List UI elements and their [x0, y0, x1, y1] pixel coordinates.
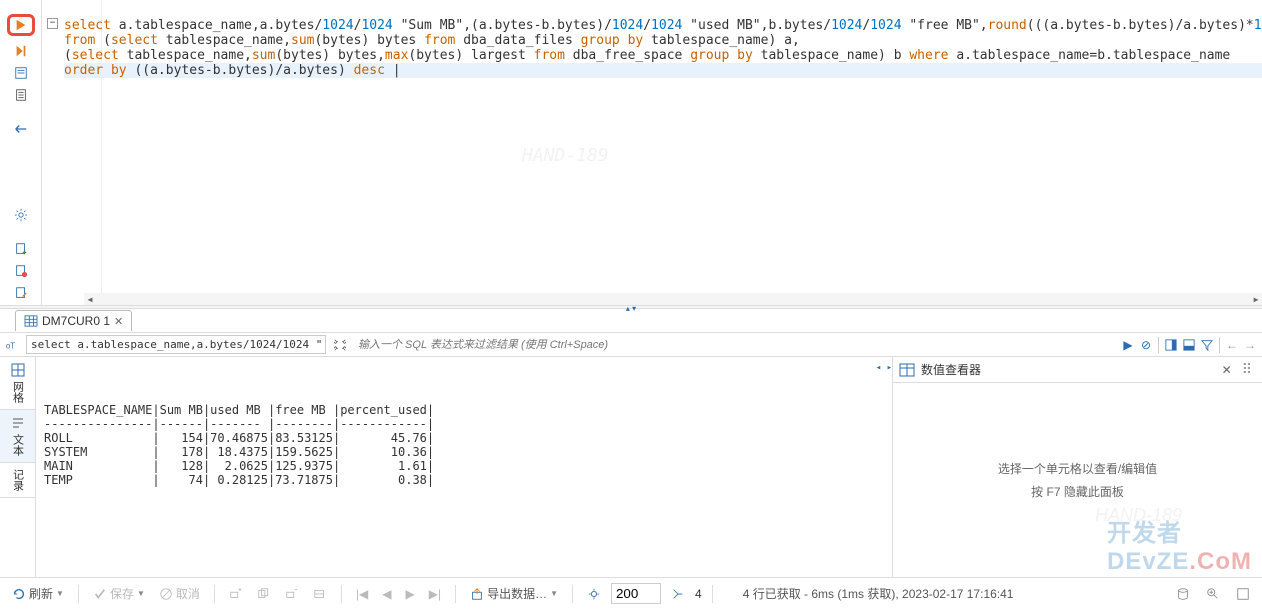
- editor-toolbar: [0, 0, 42, 305]
- panel-toggle-icon[interactable]: [1163, 337, 1179, 353]
- page-size-input[interactable]: [611, 583, 661, 604]
- doc-icon[interactable]: [11, 86, 31, 104]
- refresh-icon: [12, 587, 26, 601]
- nav-first-icon[interactable]: |◀: [352, 585, 372, 603]
- script-icon[interactable]: [11, 64, 31, 82]
- sql-text-icon[interactable]: oT: [4, 337, 20, 353]
- export-button[interactable]: 导出数据… ▼: [466, 583, 562, 604]
- tab-grid[interactable]: 网格: [0, 357, 35, 410]
- funnel-icon[interactable]: [1199, 337, 1215, 353]
- refresh-label: 刷新: [29, 585, 53, 602]
- nav-last-icon[interactable]: ▶|: [425, 585, 445, 603]
- dropdown-icon[interactable]: ▼: [550, 589, 558, 598]
- status-text: 4 行已获取 - 6ms (1ms 获取), 2023-02-17 17:16:…: [743, 585, 1014, 602]
- save-file-icon[interactable]: [11, 262, 31, 280]
- results-area: 网格 文本 记录 ◂ ▸ TABLESPACE_NAME|Sum MB|used…: [0, 357, 1262, 577]
- results-left-tabs: 网格 文本 记录: [0, 357, 36, 577]
- tab-text[interactable]: 文本: [0, 410, 35, 463]
- results-text[interactable]: ◂ ▸ TABLESPACE_NAME|Sum MB|used MB |free…: [36, 357, 892, 577]
- close-icon[interactable]: ✕: [1222, 363, 1232, 377]
- cancel-icon: [159, 587, 173, 601]
- apply-filter-icon[interactable]: ▶: [1120, 337, 1136, 353]
- run-button-highlight: [7, 14, 35, 36]
- code-content[interactable]: select a.tablespace_name,a.bytes/1024/10…: [64, 18, 1262, 78]
- db-icon[interactable]: [1172, 585, 1194, 603]
- run-step-icon[interactable]: [11, 42, 31, 60]
- config-icon[interactable]: [583, 585, 605, 603]
- tab-text-label: 文本: [10, 434, 26, 456]
- svg-text:oT: oT: [6, 341, 15, 350]
- nav-back-icon[interactable]: ←: [1224, 337, 1240, 353]
- row-count: 4: [695, 587, 702, 601]
- splitter-handle-icon[interactable]: ▴ ▾: [626, 304, 636, 313]
- settings-icon[interactable]: [11, 206, 31, 224]
- result-tab-label: DM7CUR0 1: [42, 314, 110, 328]
- nav-fwd-icon[interactable]: →: [1242, 337, 1258, 353]
- edit-grid-icon[interactable]: [309, 585, 331, 603]
- dropdown-icon[interactable]: ▼: [137, 589, 145, 598]
- edit-del-icon[interactable]: [281, 585, 303, 603]
- fold-button[interactable]: −: [47, 18, 58, 29]
- tab-record[interactable]: 记录: [0, 463, 35, 498]
- link-file-icon[interactable]: [11, 284, 31, 302]
- tab-record-label: 记录: [10, 469, 26, 491]
- status-bar: 刷新 ▼ 保存 ▼ 取消 |◀ ◀ ▶ ▶| 导出数据… ▼ 4 4 行已获取 …: [0, 577, 1262, 609]
- check-icon: [93, 587, 107, 601]
- save-button[interactable]: 保存 ▼: [89, 583, 149, 604]
- filter-input[interactable]: [354, 337, 1114, 353]
- horizontal-splitter[interactable]: ▴ ▾: [0, 305, 1262, 309]
- hscroll-right-icon[interactable]: ▶: [1250, 293, 1262, 305]
- grid-icon: [24, 315, 38, 327]
- export-label: 导出数据…: [487, 585, 547, 602]
- save-label: 保存: [110, 585, 134, 602]
- zoom-in-icon[interactable]: [1202, 585, 1224, 603]
- nav-prev-icon[interactable]: ◀: [378, 585, 395, 603]
- tab-grid-label: 网格: [10, 381, 26, 403]
- filter-bar: oT ▶ ⊘ ← →: [0, 333, 1262, 357]
- value-panel-msg1: 选择一个单元格以查看/编辑值: [998, 460, 1157, 477]
- grid-icon: [11, 363, 25, 377]
- panel-menu-icon[interactable]: ⠿: [1238, 361, 1256, 378]
- watermark-hand: HAND-189: [522, 145, 609, 166]
- value-panel-header: 数值查看器 ✕ ⠿: [893, 357, 1262, 383]
- edit-add-icon[interactable]: [225, 585, 247, 603]
- maximize-icon[interactable]: [1232, 585, 1254, 603]
- sql-editor[interactable]: − select a.tablespace_name,a.bytes/1024/…: [42, 0, 1262, 305]
- value-grid-icon: [899, 363, 915, 377]
- value-panel-title: 数值查看器: [921, 361, 1216, 378]
- result-tab[interactable]: DM7CUR0 1 ✕: [15, 310, 132, 331]
- sql-preview-input[interactable]: [26, 335, 326, 354]
- vscroll-handle-icon[interactable]: ◂ ▸: [876, 361, 892, 375]
- value-panel-msg2: 按 F7 隐藏此面板: [1031, 483, 1124, 500]
- cancel-label: 取消: [176, 585, 200, 602]
- run-icon[interactable]: [11, 16, 31, 34]
- watermark: 开发者 DEvZE.CoM: [1107, 513, 1252, 576]
- edit-copy-icon[interactable]: [253, 585, 275, 603]
- panel-toggle2-icon[interactable]: [1181, 337, 1197, 353]
- new-file-icon[interactable]: [11, 240, 31, 258]
- explain-icon[interactable]: [11, 120, 31, 138]
- export-icon: [470, 587, 484, 601]
- dropdown-icon[interactable]: ▼: [56, 589, 64, 598]
- nav-next-icon[interactable]: ▶: [401, 585, 418, 603]
- hscroll-left-icon[interactable]: ◀: [84, 293, 96, 305]
- cancel-button[interactable]: 取消: [155, 583, 204, 604]
- clear-filter-icon[interactable]: ⊘: [1138, 337, 1154, 353]
- text-icon: [11, 416, 25, 430]
- close-icon[interactable]: ✕: [114, 315, 123, 328]
- refresh-button[interactable]: 刷新 ▼: [8, 583, 68, 604]
- fetch-size-icon[interactable]: [667, 585, 689, 603]
- editor-hscroll[interactable]: ◀ ▶: [84, 293, 1262, 305]
- expand-icon[interactable]: [332, 337, 348, 353]
